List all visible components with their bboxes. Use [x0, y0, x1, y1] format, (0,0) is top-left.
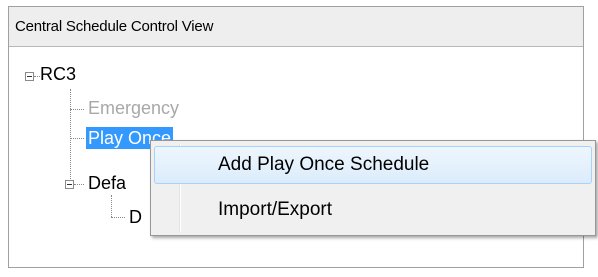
tree-connector: [70, 89, 71, 185]
panel-title: Central Schedule Control View: [9, 7, 583, 47]
menu-item-import-export[interactable]: Import/Export: [154, 191, 592, 229]
menu-item-add-play-once-schedule[interactable]: Add Play Once Schedule: [154, 146, 592, 184]
collapse-icon[interactable]: [25, 72, 34, 81]
tree-node-emergency[interactable]: Emergency: [88, 97, 179, 119]
tree-node-default[interactable]: Defa: [88, 172, 126, 194]
tree-connector: [74, 184, 84, 185]
tree-node-rc3[interactable]: RC3: [40, 63, 76, 85]
app-root: Central Schedule Control View RC3 Emerge…: [0, 0, 598, 277]
tree-connector: [111, 195, 112, 217]
tree-connector: [70, 109, 84, 110]
tree-node-default-child[interactable]: D: [129, 206, 142, 228]
context-menu: Add Play Once Schedule Import/Export: [150, 140, 596, 236]
collapse-icon[interactable]: [65, 180, 74, 189]
tree-connector: [70, 138, 84, 139]
tree-connector: [111, 217, 125, 218]
